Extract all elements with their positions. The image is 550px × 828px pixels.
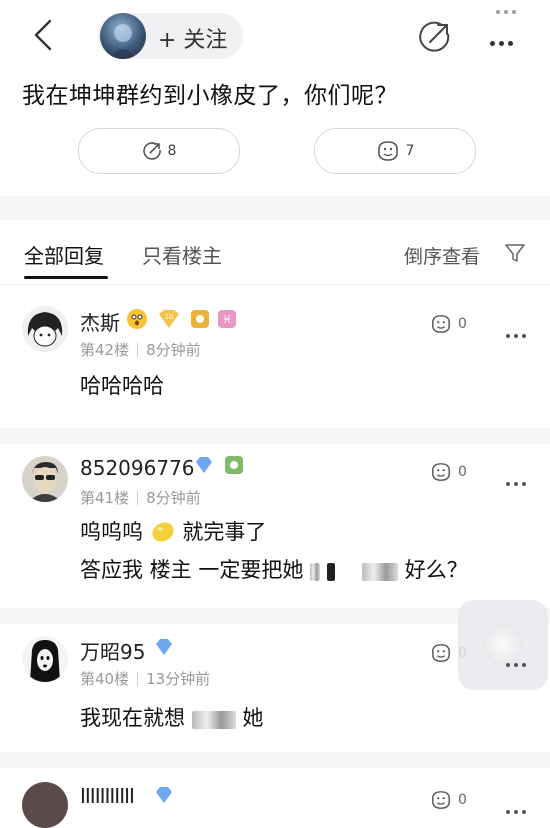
censor-blur	[191, 711, 236, 729]
comment-text: 呜呜呜	[80, 520, 143, 544]
floating-action-button[interactable]	[458, 600, 548, 690]
floor-number: 第41楼	[80, 489, 130, 507]
comment-meta: 第42楼 8分钟前	[80, 339, 201, 360]
more-options-icon[interactable]	[490, 31, 517, 50]
comment-meta: 第40楼 13分钟前	[80, 668, 210, 689]
commenter-name[interactable]: 852096776	[80, 456, 195, 480]
reaction-icon	[432, 315, 450, 333]
emoji-face-icon	[127, 309, 147, 329]
tabs-separator	[0, 284, 550, 285]
floor-number: 第42楼	[80, 341, 130, 359]
reaction-icon	[432, 644, 450, 662]
comment-text: 答应我 楼主 一定要把她	[80, 558, 304, 582]
sun-badge-icon	[225, 456, 243, 474]
follow-button[interactable]: + 关注	[158, 22, 227, 54]
censor-blur	[326, 563, 335, 581]
reaction-count: 7	[405, 143, 415, 159]
author-avatar[interactable]	[100, 13, 146, 59]
user-badges	[154, 784, 174, 804]
floor-number: 第40楼	[80, 670, 130, 688]
diamond-badge-icon	[156, 638, 172, 655]
comment-text: 我现在就想	[80, 706, 185, 730]
tab-op-only[interactable]: 只看楼主	[142, 240, 222, 269]
filter-icon[interactable]	[504, 242, 526, 264]
user-badges	[154, 636, 174, 656]
comment-more-icon[interactable]	[506, 652, 530, 671]
post-time: 13分钟前	[146, 670, 211, 688]
comment-body: 呜呜呜 就完事了	[80, 514, 266, 550]
share-icon	[142, 142, 161, 160]
section-divider	[0, 196, 550, 220]
comment-body: 哈哈哈哈	[80, 374, 164, 398]
comment-text: 好么？	[404, 558, 468, 582]
comment-more-icon[interactable]	[506, 471, 530, 490]
top-bar	[0, 0, 550, 72]
commenter-name[interactable]: 杰斯	[80, 307, 120, 336]
commenter-avatar[interactable]	[22, 456, 68, 502]
commenter-avatar[interactable]	[22, 782, 68, 828]
reaction-icon	[432, 791, 450, 809]
like-count: 0	[458, 464, 467, 480]
like-button[interactable]: 0	[430, 314, 467, 334]
share-icon[interactable]	[418, 20, 452, 54]
sun-badge-icon	[191, 310, 209, 328]
back-arrow-icon[interactable]	[28, 18, 58, 52]
commenter-avatar[interactable]	[22, 636, 68, 682]
comment-body: 答应我 楼主 一定要把她 好么？	[80, 552, 468, 588]
like-count: 0	[458, 316, 467, 332]
active-tab-indicator	[24, 276, 108, 279]
reaction-count-button[interactable]: 7	[314, 128, 476, 174]
commenter-name[interactable]: IIIIIIIIIII	[80, 784, 135, 808]
comment-meta: 第41楼 8分钟前	[80, 487, 201, 508]
tab-all-replies[interactable]: 全部回复	[24, 240, 104, 269]
comment-divider	[0, 752, 550, 768]
comment-text: 她	[242, 706, 264, 730]
lemon-emoji-icon	[152, 522, 174, 542]
share-count-button[interactable]: 8	[78, 128, 240, 174]
user-badges: 10 ♓	[126, 308, 236, 330]
diamond-badge-icon	[196, 457, 212, 473]
post-time: 8分钟前	[146, 341, 201, 359]
svg-text:10: 10	[165, 313, 174, 321]
status-dots-icon	[496, 0, 520, 18]
share-count: 8	[167, 143, 177, 159]
comment-text: 就完事了	[182, 520, 267, 544]
user-badges	[194, 455, 244, 475]
post-time: 8分钟前	[146, 489, 201, 507]
commenter-avatar[interactable]	[22, 306, 68, 352]
like-button[interactable]: 0	[430, 790, 467, 810]
svg-text:♓: ♓	[222, 313, 232, 326]
commenter-name[interactable]: 万昭95	[80, 636, 145, 665]
censor-blur	[310, 563, 321, 581]
reaction-icon	[432, 463, 450, 481]
comment-divider	[0, 428, 550, 444]
reaction-icon	[377, 141, 398, 161]
comment-more-icon[interactable]	[506, 799, 530, 818]
level-badge-icon: 10	[159, 310, 179, 328]
like-button[interactable]: 0	[430, 462, 467, 482]
like-count: 0	[458, 792, 467, 808]
comment-more-icon[interactable]	[506, 323, 530, 342]
pisces-badge-icon: ♓	[218, 310, 236, 328]
censor-blur	[362, 563, 399, 581]
comment-body: 我现在就想 她	[80, 700, 263, 736]
sort-order-toggle[interactable]: 倒序查看	[404, 242, 480, 269]
post-title: 我在坤坤群约到小橡皮了，你们呢？	[22, 83, 398, 109]
diamond-badge-icon	[156, 786, 172, 803]
